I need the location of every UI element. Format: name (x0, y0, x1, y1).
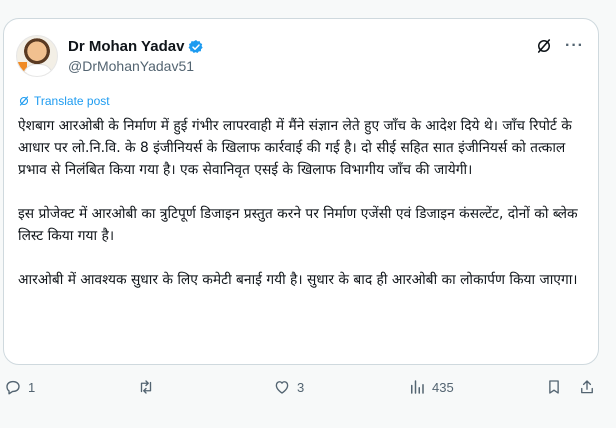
share-button[interactable] (578, 378, 596, 396)
share-icon (581, 380, 593, 394)
tweet-top-actions: ··· (535, 37, 584, 55)
grok-icon[interactable] (535, 37, 553, 55)
like-icon (275, 381, 289, 394)
tweet-body: ऐशबाग आरओबी के निर्माण में हुई गंभीर लाप… (18, 115, 588, 291)
translate-post-link[interactable]: Translate post (18, 94, 110, 108)
author-name-row[interactable]: Dr Mohan Yadav (68, 38, 204, 55)
tweet-paragraph: आरओबी में आवश्यक सुधार के लिए कमेटी बनाई… (18, 272, 578, 288)
reply-icon (6, 380, 20, 395)
reply-button[interactable]: 1 (4, 378, 35, 396)
repost-icon (140, 380, 152, 394)
translate-post-label[interactable]: Translate post (34, 94, 110, 108)
author-handle[interactable]: @DrMohanYadav51 (68, 58, 194, 74)
repost-button[interactable] (137, 378, 161, 396)
verified-badge-icon (188, 39, 204, 53)
like-count: 3 (297, 379, 305, 395)
bookmark-icon (549, 380, 559, 394)
author-name[interactable]: Dr Mohan Yadav (68, 38, 184, 55)
more-icon[interactable]: ··· (565, 38, 584, 54)
author-avatar[interactable] (16, 35, 58, 77)
views-icon (411, 380, 424, 394)
bookmark-button[interactable] (545, 378, 563, 396)
tweet-card[interactable]: Dr Mohan Yadav @DrMohanYadav51 ··· Trans… (3, 18, 599, 365)
avatar-shirt (23, 64, 53, 76)
views-count: 435 (432, 379, 454, 395)
tweet-paragraph: इस प्रोजेक्ट में आरओबी का त्रुटिपूर्ण डि… (18, 206, 578, 244)
reply-count: 1 (28, 379, 36, 395)
like-button[interactable]: 3 (273, 378, 304, 396)
translate-icon (19, 96, 29, 106)
views-button[interactable]: 435 (408, 378, 454, 396)
tweet-paragraph: ऐशबाग आरओबी के निर्माण में हुई गंभीर लाप… (18, 118, 572, 178)
tweet-action-bar: 1 3 435 (0, 372, 616, 402)
